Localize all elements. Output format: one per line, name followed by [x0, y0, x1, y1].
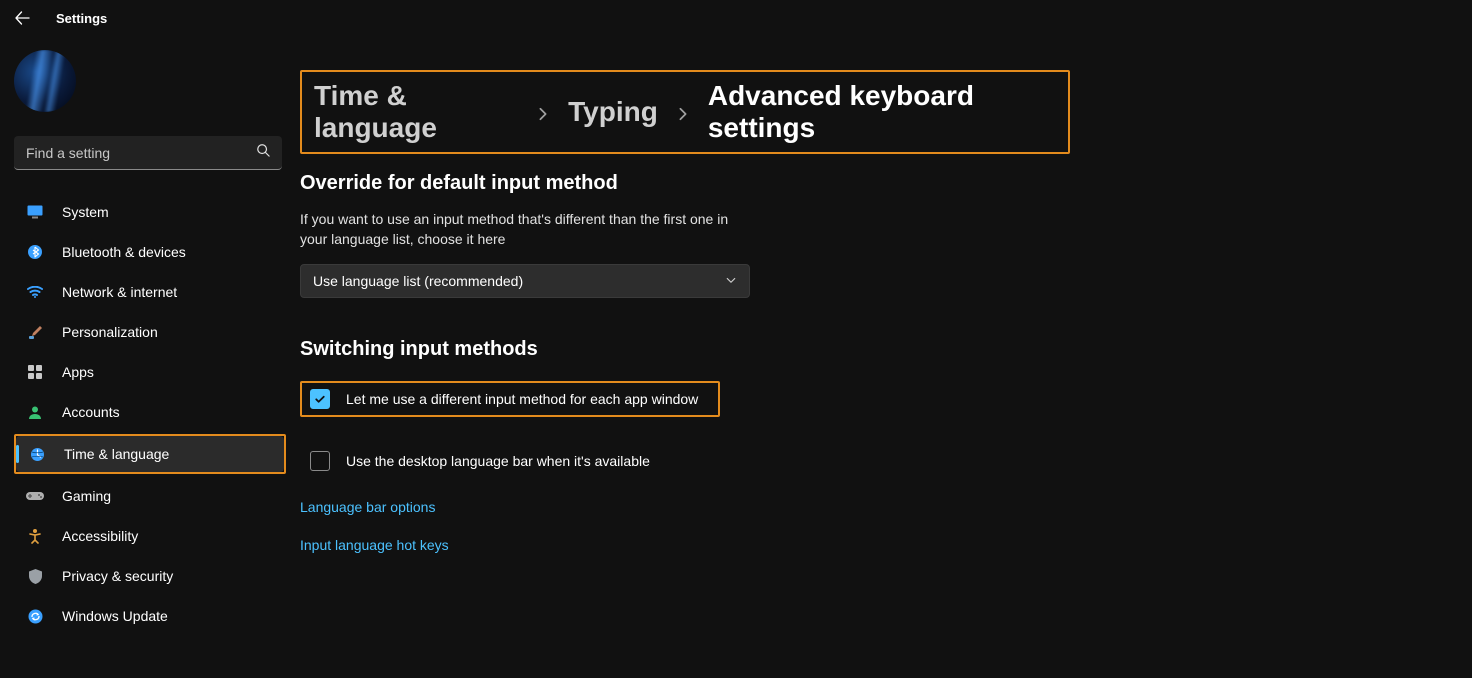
sidebar-item-gaming[interactable]: Gaming — [14, 478, 286, 514]
link-language-bar-options[interactable]: Language bar options — [300, 499, 1432, 515]
shield-icon — [26, 569, 44, 584]
checkbox-row-language-bar[interactable]: Use the desktop language bar when it's a… — [300, 445, 1432, 477]
section-title-switching: Switching input methods — [300, 338, 1432, 361]
sidebar-item-accounts[interactable]: Accounts — [14, 394, 286, 430]
section-desc-override: If you want to use an input method that'… — [300, 209, 740, 250]
override-section: Override for default input method If you… — [300, 172, 1432, 298]
gamepad-icon — [26, 490, 44, 502]
sidebar-item-label: Network & internet — [62, 284, 177, 300]
search-input[interactable] — [26, 145, 256, 161]
sidebar-item-bluetooth-devices[interactable]: Bluetooth & devices — [14, 234, 286, 270]
sidebar-item-system[interactable]: System — [14, 194, 286, 230]
arrow-left-icon — [14, 10, 30, 26]
sidebar-item-time-language[interactable]: Time & language — [16, 436, 284, 472]
checkbox-row-per-app-window[interactable]: Let me use a different input method for … — [300, 381, 720, 417]
title-bar: Settings — [0, 0, 1472, 36]
main-content: Time & language Typing Advanced keyboard… — [300, 36, 1472, 678]
checkbox-language-bar[interactable] — [310, 451, 330, 471]
sidebar-item-label: Time & language — [64, 446, 169, 462]
breadcrumb: Time & language Typing Advanced keyboard… — [300, 70, 1070, 154]
switching-section: Switching input methods Let me use a dif… — [300, 338, 1432, 553]
clock-globe-icon — [28, 447, 46, 462]
sidebar-item-label: System — [62, 204, 109, 220]
link-input-language-hotkeys[interactable]: Input language hot keys — [300, 537, 1432, 553]
sidebar-item-label: Windows Update — [62, 608, 168, 624]
search-icon — [256, 143, 270, 162]
sidebar-item-windows-update[interactable]: Windows Update — [14, 598, 286, 634]
sidebar-nav: System Bluetooth & devices Network & inter… — [14, 194, 286, 634]
section-title-override: Override for default input method — [300, 172, 1432, 195]
search-box[interactable] — [14, 136, 282, 170]
sidebar-item-label: Accessibility — [62, 528, 138, 544]
sidebar-item-privacy-security[interactable]: Privacy & security — [14, 558, 286, 594]
person-icon — [26, 405, 44, 419]
check-icon — [314, 393, 326, 405]
avatar[interactable] — [14, 50, 76, 112]
update-icon — [26, 609, 44, 624]
wifi-icon — [26, 286, 44, 298]
sidebar-item-label: Personalization — [62, 324, 158, 340]
sidebar-item-label: Bluetooth & devices — [62, 244, 186, 260]
sidebar-item-apps[interactable]: Apps — [14, 354, 286, 390]
brush-icon — [26, 325, 44, 340]
chevron-right-icon — [676, 96, 690, 128]
accessibility-icon — [26, 529, 44, 544]
sidebar-item-label: Accounts — [62, 404, 120, 420]
default-input-method-dropdown[interactable]: Use language list (recommended) — [300, 264, 750, 298]
sidebar-item-label: Gaming — [62, 488, 111, 504]
sidebar-item-accessibility[interactable]: Accessibility — [14, 518, 286, 554]
chevron-down-icon — [725, 273, 737, 289]
sidebar-item-personalization[interactable]: Personalization — [14, 314, 286, 350]
dropdown-value: Use language list (recommended) — [313, 273, 523, 289]
app-title: Settings — [56, 11, 107, 26]
chevron-right-icon — [536, 96, 550, 128]
back-button[interactable] — [14, 10, 30, 26]
breadcrumb-time-language[interactable]: Time & language — [314, 80, 518, 144]
checkbox-label: Let me use a different input method for … — [346, 391, 698, 407]
sidebar-item-label: Privacy & security — [62, 568, 173, 584]
sidebar: System Bluetooth & devices Network & inter… — [0, 36, 300, 678]
monitor-icon — [26, 205, 44, 219]
bluetooth-icon — [26, 245, 44, 259]
breadcrumb-typing[interactable]: Typing — [568, 96, 658, 128]
breadcrumb-current: Advanced keyboard settings — [708, 80, 1056, 144]
sidebar-item-label: Apps — [62, 364, 94, 380]
sidebar-item-network-internet[interactable]: Network & internet — [14, 274, 286, 310]
checkbox-label: Use the desktop language bar when it's a… — [346, 453, 650, 469]
checkbox-per-app-window[interactable] — [310, 389, 330, 409]
apps-icon — [26, 365, 44, 379]
